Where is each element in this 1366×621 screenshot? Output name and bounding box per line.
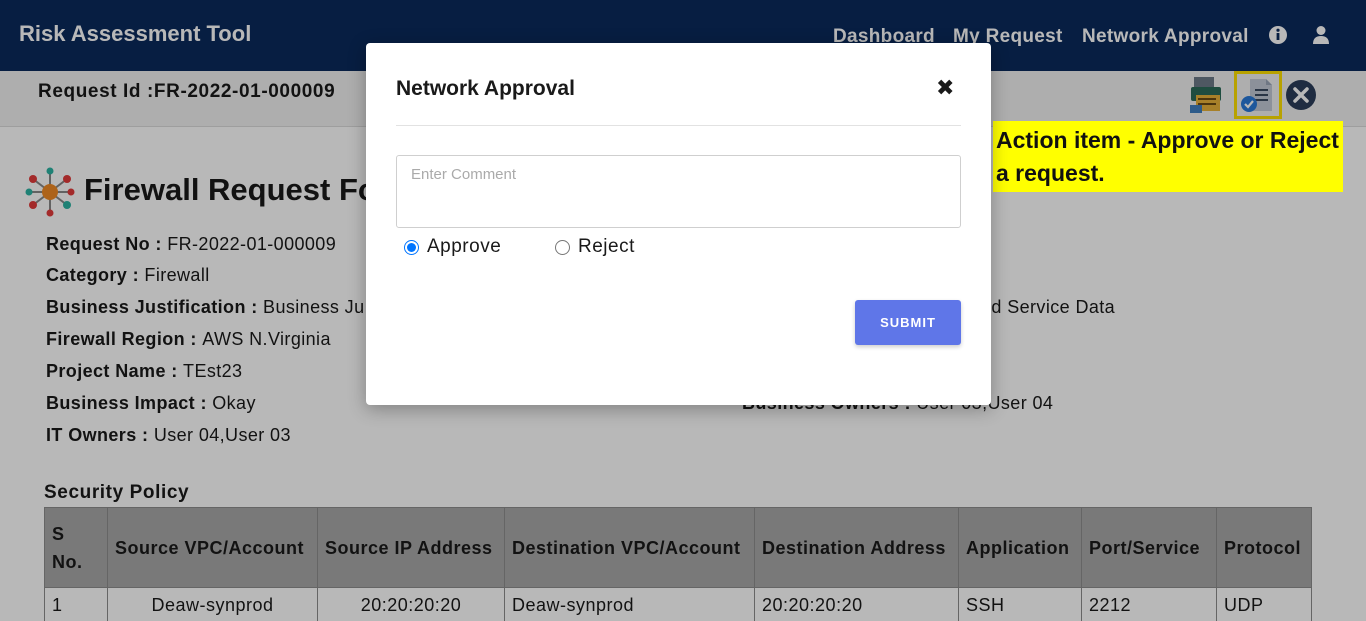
approve-label: Approve [427,236,502,257]
network-approval-dialog: Network Approval ✖ Approve Reject SUBMIT [366,43,991,405]
reject-label: Reject [578,236,635,257]
comment-input[interactable] [396,155,961,228]
reject-radio[interactable] [555,239,570,255]
approve-option[interactable]: Approve [404,236,501,258]
dialog-title: Network Approval [396,77,575,100]
close-icon[interactable]: ✖ [936,77,954,99]
dialog-divider [396,125,961,126]
action-item-callout: Action item - Approve or Reject a reques… [993,121,1343,192]
reject-option[interactable]: Reject [555,236,635,258]
approve-radio[interactable] [404,239,419,255]
submit-button[interactable]: SUBMIT [855,300,961,345]
